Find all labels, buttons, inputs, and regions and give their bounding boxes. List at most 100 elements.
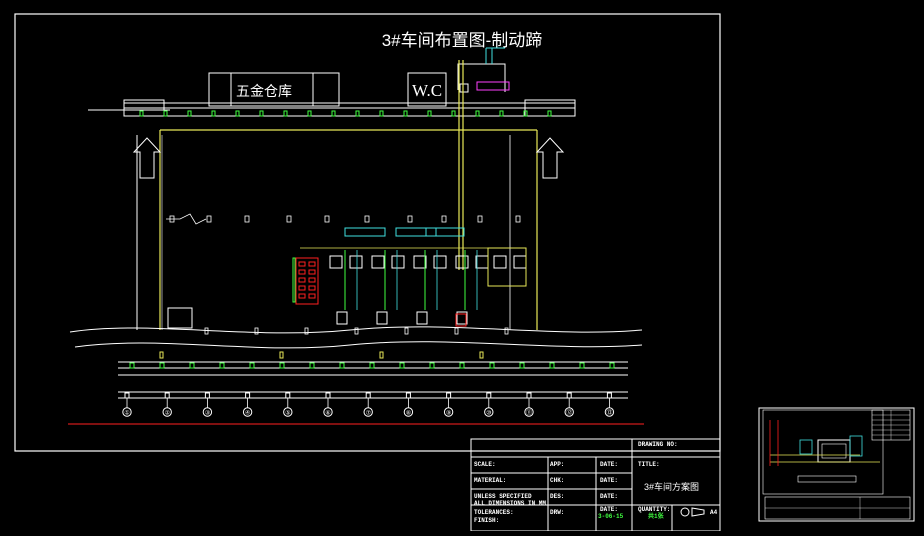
end-station (416, 311, 428, 325)
axis-tick (526, 392, 532, 399)
wall-column-mark (331, 110, 336, 117)
axis-tick (365, 392, 371, 399)
tb-scale: SCALE: (474, 461, 496, 468)
column-connector (166, 213, 207, 225)
axis-marker-label: ⑦ (366, 410, 372, 417)
machine-station (329, 255, 343, 269)
wall-column-mark (283, 110, 288, 117)
rail-mark (369, 362, 375, 369)
rail-mark (519, 362, 525, 369)
axis-tick (566, 392, 572, 399)
red-rack-slot (298, 261, 306, 267)
rail-mark (609, 362, 615, 369)
axis-tick (245, 392, 251, 399)
axis-marker-label: ① (124, 410, 129, 417)
axis-tick (446, 392, 452, 399)
red-rack-slot (308, 277, 316, 283)
axis-tick (124, 392, 130, 399)
entry-arrow-right (535, 137, 565, 179)
wall-column-mark (259, 110, 264, 117)
corridor-mark (404, 327, 409, 335)
axis-marker-label: ⑪ (526, 409, 532, 417)
axis-marker-label: ⑤ (285, 410, 290, 417)
wall-column-mark (427, 110, 432, 117)
utility-trunk (457, 63, 506, 92)
corridor-mark (379, 351, 384, 359)
rail-mark (219, 362, 225, 369)
tb-date-2: DATE: (600, 477, 619, 484)
machine-station (349, 255, 363, 269)
thumbnail-line (770, 454, 880, 463)
projection-symbol (691, 507, 705, 517)
red-rack-slot (298, 285, 306, 291)
tb-size: A4 (710, 509, 718, 516)
projection-symbol (680, 507, 690, 517)
tb-date-3: DATE: (600, 493, 619, 500)
red-rack-slot (298, 277, 306, 283)
corridor-mark (204, 327, 209, 335)
column-mark (477, 215, 483, 223)
thumbnail-part (799, 439, 813, 455)
axis-marker-label: ④ (245, 410, 250, 417)
tb-tolerances: TOLERANCES: (474, 509, 514, 516)
tb-drawing-no: DRAWING NO: (638, 441, 678, 448)
axis-tick (285, 392, 291, 399)
wc-label: W.C (412, 81, 443, 100)
tb-title: TITLE: (638, 461, 660, 468)
column-mark (515, 215, 521, 223)
tb-material: MATERIAL: (474, 477, 507, 484)
axis-marker-label: ⑥ (325, 410, 330, 417)
axis-tick (325, 392, 331, 399)
tb-sheet: 共1张 (648, 513, 664, 520)
axis-marker-label: ⑨ (446, 410, 451, 417)
thumbnail-machine (821, 443, 847, 459)
wall-column-mark (163, 110, 168, 117)
corridor-mark (504, 327, 509, 335)
wall-column-mark (355, 110, 360, 117)
rail-mark (429, 362, 435, 369)
rail-mark (459, 362, 465, 369)
line-header (395, 227, 437, 237)
axis-marker-label: ⑩ (486, 410, 491, 417)
machine-station (371, 255, 385, 269)
wall-column-mark (475, 110, 480, 117)
machine-station (391, 255, 405, 269)
wall-column-mark (547, 110, 552, 117)
wall-column-mark (379, 110, 384, 117)
wall-column-mark (451, 110, 456, 117)
tb-drw: DRW: (550, 509, 565, 516)
rail-mark (489, 362, 495, 369)
rail-mark (309, 362, 315, 369)
wall-column-mark (403, 110, 408, 117)
wall-column-mark (235, 110, 240, 117)
rail-mark (249, 362, 255, 369)
corridor-mark (254, 327, 259, 335)
rail-mark (339, 362, 345, 369)
line-header (344, 227, 386, 237)
column-mark (244, 215, 250, 223)
tb-date-value: 3-06-15 (598, 513, 624, 520)
wall-column-mark (139, 110, 144, 117)
utility-trunk-cyan (485, 47, 505, 64)
thumbnail-part (797, 475, 857, 483)
thumbnail-part (849, 435, 863, 457)
tb-des: DES: (550, 493, 565, 500)
axis-marker-label: ③ (205, 410, 210, 417)
rail-mark (129, 362, 135, 369)
machine-station (493, 255, 507, 269)
axis-marker-label: ② (165, 410, 171, 417)
drawing-title: 3#车间布置图-制动蹄 (381, 31, 543, 50)
column-mark (206, 215, 212, 223)
main-drawing-frame (14, 13, 721, 452)
cad-drawing-sheet: ① ② ③ ④ ⑤ ⑥ ⑦ ⑧ ⑨ ⑩ ⑪ ⑫ ⑬ 3#车间布置图-制动蹄 五金仓库 W.C DRAWI… (0, 0, 924, 532)
red-rack-slot (308, 269, 316, 275)
entry-arrow-left (132, 137, 162, 179)
column-mark (441, 215, 447, 223)
wall-column-mark (211, 110, 216, 117)
axis-marker-label: ⑧ (406, 410, 411, 417)
red-rack-slot (308, 285, 316, 291)
wall-column-mark (187, 110, 192, 117)
column-mark (324, 215, 330, 223)
rail-mark (579, 362, 585, 369)
thumbnail-inner (762, 409, 884, 495)
